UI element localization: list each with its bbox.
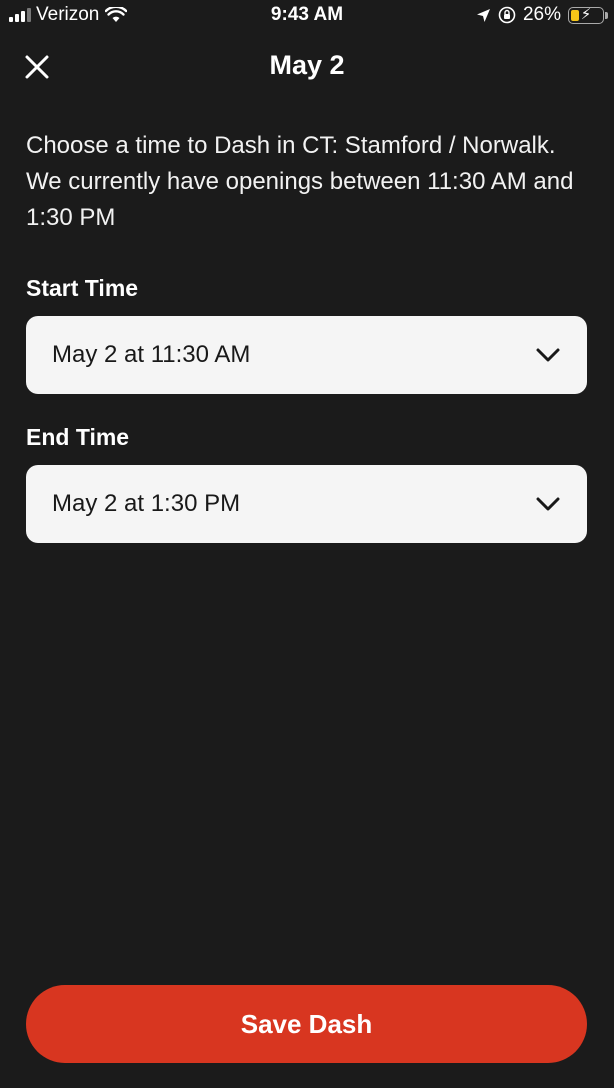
status-right: 26% ⚡ [476, 4, 608, 26]
battery-percent: 26% [522, 4, 561, 25]
charging-bolt-icon: ⚡ [580, 5, 592, 23]
orientation-lock-icon [498, 6, 516, 24]
app-screen: Verizon 9:43 AM 26% ⚡ May 2 Choose a tim… [0, 0, 614, 1088]
location-icon [476, 8, 490, 22]
start-time-select[interactable]: May 2 at 11:30 AM [26, 316, 587, 394]
chevron-down-icon [536, 348, 560, 362]
status-bar: Verizon 9:43 AM 26% ⚡ [0, 0, 614, 34]
battery-icon: ⚡ [568, 5, 608, 24]
chevron-down-icon [536, 497, 560, 511]
page-title: May 2 [269, 50, 345, 80]
save-dash-label: Save Dash [240, 1008, 373, 1039]
end-time-label: End Time [26, 424, 130, 450]
end-time-select[interactable]: May 2 at 1:30 PM [26, 465, 587, 543]
end-time-value: May 2 at 1:30 PM [52, 490, 241, 517]
save-dash-button[interactable]: Save Dash [26, 985, 587, 1063]
start-time-label: Start Time [26, 275, 139, 301]
start-time-value: May 2 at 11:30 AM [52, 341, 251, 368]
description-text: Choose a time to Dash in CT: Stamford / … [26, 132, 574, 231]
